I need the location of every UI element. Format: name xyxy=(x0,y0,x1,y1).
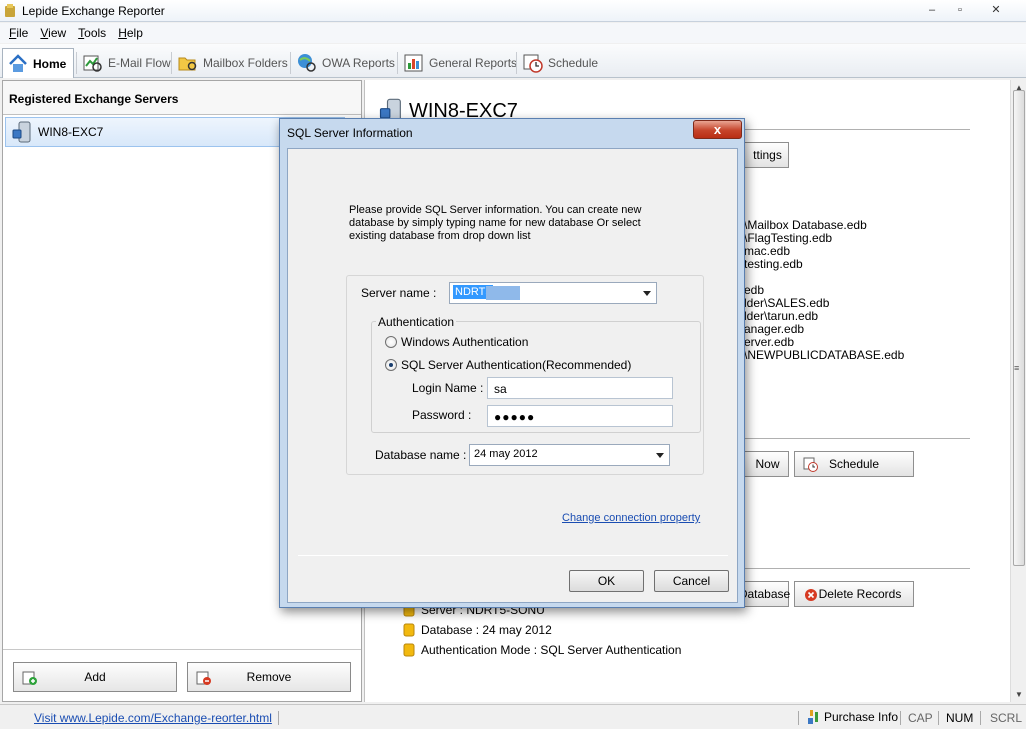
tab-schedule[interactable]: Schedule xyxy=(518,48,604,77)
database-path: mac.edb xyxy=(744,244,791,258)
minimize-button[interactable]: – xyxy=(918,0,946,20)
delete-records-button[interactable]: Delete Records xyxy=(794,581,914,607)
delete-icon xyxy=(805,589,817,601)
database-path: \Mailbox Database.edb xyxy=(744,218,867,232)
tab-owa-reports[interactable]: OWA Reports xyxy=(292,48,401,77)
server-name-combo[interactable]: NDRT5 xyxy=(449,282,657,304)
panel-button-bar: Add Remove xyxy=(3,649,361,701)
schedule-button[interactable]: Schedule xyxy=(794,451,914,477)
website-link[interactable]: Visit www.Lepide.com/Exchange-reorter.ht… xyxy=(34,711,272,725)
change-connection-link[interactable]: Change connection property xyxy=(562,512,700,524)
database-icon xyxy=(403,643,415,657)
bar-chart-icon xyxy=(404,54,423,71)
tab-bar: Home E-Mail Flow Mailbox Folders OWA Rep… xyxy=(0,44,1026,78)
globe-search-icon xyxy=(298,53,316,72)
schedule-icon xyxy=(523,54,543,73)
authentication-label: Authentication xyxy=(376,315,457,329)
app-icon xyxy=(5,4,15,17)
menu-tools[interactable]: Tools xyxy=(73,23,113,43)
window-title: Lepide Exchange Reporter xyxy=(22,4,165,18)
database-path: \NEWPUBLICDATABASE.edb xyxy=(744,348,905,362)
tab-general-reports[interactable]: General Reports xyxy=(399,48,523,77)
home-icon xyxy=(9,53,27,72)
database-path: lder\SALES.edb xyxy=(744,296,830,310)
tab-email-flow[interactable]: E-Mail Flow xyxy=(78,48,177,77)
menu-bar: File View Tools Help xyxy=(0,23,1026,43)
database-path: \FlagTesting.edb xyxy=(744,231,833,245)
database-path: erver.edb xyxy=(744,335,795,349)
ok-button[interactable]: OK xyxy=(569,570,644,592)
sql-server-dialog: SQL Server Information x Please provide … xyxy=(279,118,745,608)
purchase-info[interactable]: Purchase Info xyxy=(806,709,898,725)
chevron-down-icon[interactable] xyxy=(656,453,664,458)
remove-server-button[interactable]: Remove xyxy=(187,662,351,692)
menu-view[interactable]: View xyxy=(35,23,73,43)
dialog-description: Please provide SQL Server information. Y… xyxy=(349,204,642,242)
add-server-button[interactable]: Add xyxy=(13,662,177,692)
close-window-button[interactable]: ✕ xyxy=(974,0,1018,20)
cancel-button[interactable]: Cancel xyxy=(654,570,729,592)
info-database: Database : 24 may 2012 xyxy=(403,623,552,637)
purchase-icon xyxy=(808,710,818,724)
panel-header: Registered Exchange Servers xyxy=(3,81,361,115)
status-bar: Visit www.Lepide.com/Exchange-reorter.ht… xyxy=(0,704,1026,729)
scroll-lock-indicator: SCRL xyxy=(990,711,1023,725)
database-icon xyxy=(403,623,415,637)
sql-auth-label: SQL Server Authentication(Recommended) xyxy=(401,358,632,372)
database-path: anager.edb xyxy=(744,322,805,336)
tab-home[interactable]: Home xyxy=(2,48,74,78)
database-name-value: 24 may 2012 xyxy=(474,448,538,460)
scroll-thumb[interactable] xyxy=(1013,90,1025,566)
info-auth-mode: Authentication Mode : SQL Server Authent… xyxy=(403,643,681,657)
windows-auth-label: Windows Authentication xyxy=(401,335,529,349)
windows-auth-radio[interactable] xyxy=(385,336,397,348)
schedule-icon xyxy=(803,457,818,472)
chevron-down-icon[interactable] xyxy=(643,291,651,296)
scroll-down-icon[interactable]: ▼ xyxy=(1015,690,1023,699)
login-name-label: Login Name : xyxy=(412,381,484,395)
dialog-body: Please provide SQL Server information. Y… xyxy=(287,148,738,603)
title-bar: Lepide Exchange Reporter – ▫ ✕ xyxy=(0,0,1026,22)
database-path: lder\tarun.edb xyxy=(744,309,819,323)
server-name-label: Server name : xyxy=(361,286,437,300)
database-name-label: Database name : xyxy=(375,448,467,462)
scroll-grip-icon: ≡ xyxy=(1014,363,1020,373)
password-input[interactable]: ●●●●● xyxy=(487,405,673,427)
database-path: edb xyxy=(744,283,765,297)
server-icon xyxy=(12,121,31,143)
dialog-separator xyxy=(298,555,728,556)
vertical-scrollbar[interactable]: ▲ ≡ ▼ xyxy=(1010,80,1026,702)
menu-help[interactable]: Help xyxy=(113,23,150,43)
maximize-button[interactable]: ▫ xyxy=(946,0,974,20)
tab-mailbox-folders[interactable]: Mailbox Folders xyxy=(173,48,294,77)
sql-auth-radio[interactable] xyxy=(385,359,397,371)
database-path: testing.edb xyxy=(744,257,803,271)
dialog-close-button[interactable]: x xyxy=(693,120,742,139)
dialog-title: SQL Server Information xyxy=(287,126,413,140)
num-indicator: NUM xyxy=(946,711,974,725)
password-label: Password : xyxy=(412,408,472,422)
database-name-combo[interactable]: 24 may 2012 xyxy=(469,444,670,466)
remove-icon xyxy=(196,671,211,685)
login-name-input[interactable]: sa xyxy=(487,377,673,399)
folder-search-icon xyxy=(178,57,197,70)
caps-indicator: CAP xyxy=(908,711,933,725)
email-flow-icon xyxy=(83,55,102,72)
add-icon xyxy=(22,671,37,685)
menu-file[interactable]: File xyxy=(4,23,35,43)
